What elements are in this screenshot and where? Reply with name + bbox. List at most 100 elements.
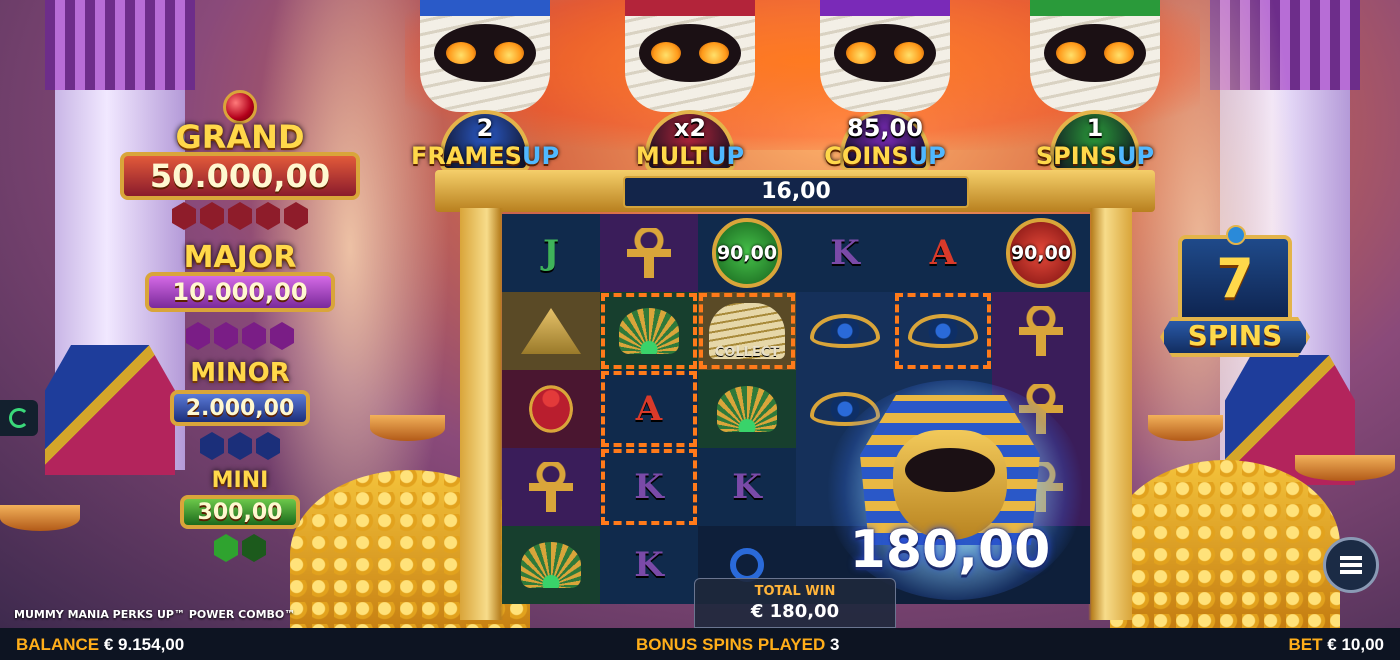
perk-label: SPINSUP xyxy=(1015,142,1175,170)
reel-cell: A xyxy=(600,370,698,448)
eye-of-horus-icon xyxy=(810,314,880,348)
perk-value: x2 xyxy=(673,114,707,142)
perk-frames: 2 FRAMESUP xyxy=(405,0,565,180)
reel-cell: K xyxy=(600,448,698,526)
perk-up-text: UP xyxy=(1117,142,1155,170)
perk-label: COINSUP xyxy=(805,142,965,170)
bet-value: € 10,00 xyxy=(1327,635,1384,654)
eye-icon xyxy=(1056,42,1086,64)
perk-name: MULT xyxy=(635,142,707,170)
letter-k-symbol: K xyxy=(634,467,664,507)
replay-button[interactable] xyxy=(0,400,38,436)
perk-up-text: UP xyxy=(908,142,946,170)
letter-k-symbol: K xyxy=(830,233,860,273)
letter-j-symbol: J xyxy=(542,233,560,273)
reel-cell: A xyxy=(894,214,992,292)
coin-value: 90,00 xyxy=(1010,242,1072,264)
reel-cell xyxy=(502,526,600,604)
headband xyxy=(625,0,755,16)
reel-cell xyxy=(698,370,796,448)
balance-display: BALANCE € 9.154,00 xyxy=(16,635,184,655)
grand-jackpot-value: 50.000,00 xyxy=(120,152,360,200)
spins-remaining-counter: 7 SPINS xyxy=(1160,225,1310,357)
reel-cell xyxy=(796,292,894,370)
bonus-spins-played-display: BONUS SPINS PLAYED 3 xyxy=(636,635,839,655)
gem-icon xyxy=(228,202,252,230)
reel-cell xyxy=(600,214,698,292)
right-gold-pile xyxy=(1110,460,1340,628)
mini-jackpot-value: 300,00 xyxy=(180,495,300,529)
gem-icon xyxy=(200,202,224,230)
eye-icon xyxy=(651,42,681,64)
grand-gem-row xyxy=(95,202,385,230)
game-title: MUMMY MANIA PERKS UP™ POWER COMBO™ xyxy=(14,608,296,621)
reel-cell xyxy=(894,292,992,370)
gem-icon xyxy=(172,202,196,230)
ankh-symbol-icon xyxy=(1019,306,1063,356)
reel-cell: 90,00 xyxy=(698,214,796,292)
perk-label: MULTUP xyxy=(610,142,770,170)
gem-icon xyxy=(242,534,266,562)
perks-bar: 2 FRAMESUP x2 MULTUP 85,00 COINSUP 1 SPINSUP xyxy=(405,0,1200,185)
total-win-value: € 180,00 xyxy=(750,601,840,622)
replay-icon xyxy=(9,408,29,428)
perk-mult: x2 MULTUP xyxy=(610,0,770,180)
perk-value: 1 xyxy=(1086,114,1104,142)
total-win-label: TOTAL WIN xyxy=(754,584,836,599)
game-scene: GRAND 50.000,00 MAJOR 10.000,00 MINOR 2.… xyxy=(0,0,1400,628)
reel-cell xyxy=(992,292,1090,370)
mummy-head-icon xyxy=(420,0,550,112)
minor-jackpot-label: MINOR xyxy=(190,358,290,388)
eye-icon xyxy=(846,42,876,64)
reel-cell: K xyxy=(600,526,698,604)
left-pillar-capital xyxy=(45,0,195,90)
jackpot-ladder: GRAND 50.000,00 MAJOR 10.000,00 MINOR 2.… xyxy=(95,90,385,570)
bonus-spins-played-label: BONUS SPINS PLAYED xyxy=(636,635,826,654)
mummy-head-icon xyxy=(1030,0,1160,112)
mini-gem-row xyxy=(95,534,385,562)
lotus-fan-icon xyxy=(521,542,581,588)
coin-value: 90,00 xyxy=(716,242,778,264)
collected-value-display: 16,00 xyxy=(623,176,969,208)
big-win-amount: 180,00 xyxy=(849,520,1051,580)
hamburger-menu-icon xyxy=(1340,556,1362,574)
spins-remaining-count: 7 xyxy=(1216,247,1254,310)
bet-display[interactable]: BET € 10,00 xyxy=(1289,635,1384,655)
letter-k-symbol: K xyxy=(732,467,762,507)
balance-label: BALANCE xyxy=(16,635,100,654)
reel-cell xyxy=(502,448,600,526)
eye-icon xyxy=(494,42,524,64)
minor-gem-row xyxy=(95,432,385,460)
reel-cell: J xyxy=(502,214,600,292)
pharaoh-face-shadow xyxy=(905,448,995,492)
perk-name: COINS xyxy=(824,142,909,170)
headband xyxy=(820,0,950,16)
eye-icon xyxy=(446,42,476,64)
major-gem-row xyxy=(95,322,385,350)
minor-jackpot-value: 2.000,00 xyxy=(170,390,310,426)
eye-icon xyxy=(699,42,729,64)
reel-cell xyxy=(502,292,600,370)
gem-icon xyxy=(200,432,224,460)
menu-button[interactable] xyxy=(1323,537,1379,593)
collect-label: COLLECT xyxy=(714,345,780,360)
far-left-bowl xyxy=(0,505,80,531)
lotus-fan-icon xyxy=(717,386,777,432)
headband xyxy=(1030,0,1160,16)
major-jackpot-label: MAJOR xyxy=(183,240,297,275)
eye-of-horus-icon xyxy=(908,314,978,348)
bonus-spins-played-value: 3 xyxy=(829,635,840,654)
reel-cell xyxy=(502,370,600,448)
perk-up-text: UP xyxy=(521,142,560,170)
gem-icon xyxy=(186,322,210,350)
pyramid-icon xyxy=(521,308,581,354)
reel-cell xyxy=(600,292,698,370)
lotus-fan-icon xyxy=(619,308,679,354)
bet-label: BET xyxy=(1288,635,1323,654)
perk-value: 85,00 xyxy=(847,114,923,142)
balance-value: € 9.154,00 xyxy=(103,635,185,654)
mummy-face xyxy=(639,24,741,82)
gem-icon xyxy=(256,432,280,460)
blue-ring-icon xyxy=(730,548,764,582)
reel-cell: COLLECT xyxy=(698,292,796,370)
